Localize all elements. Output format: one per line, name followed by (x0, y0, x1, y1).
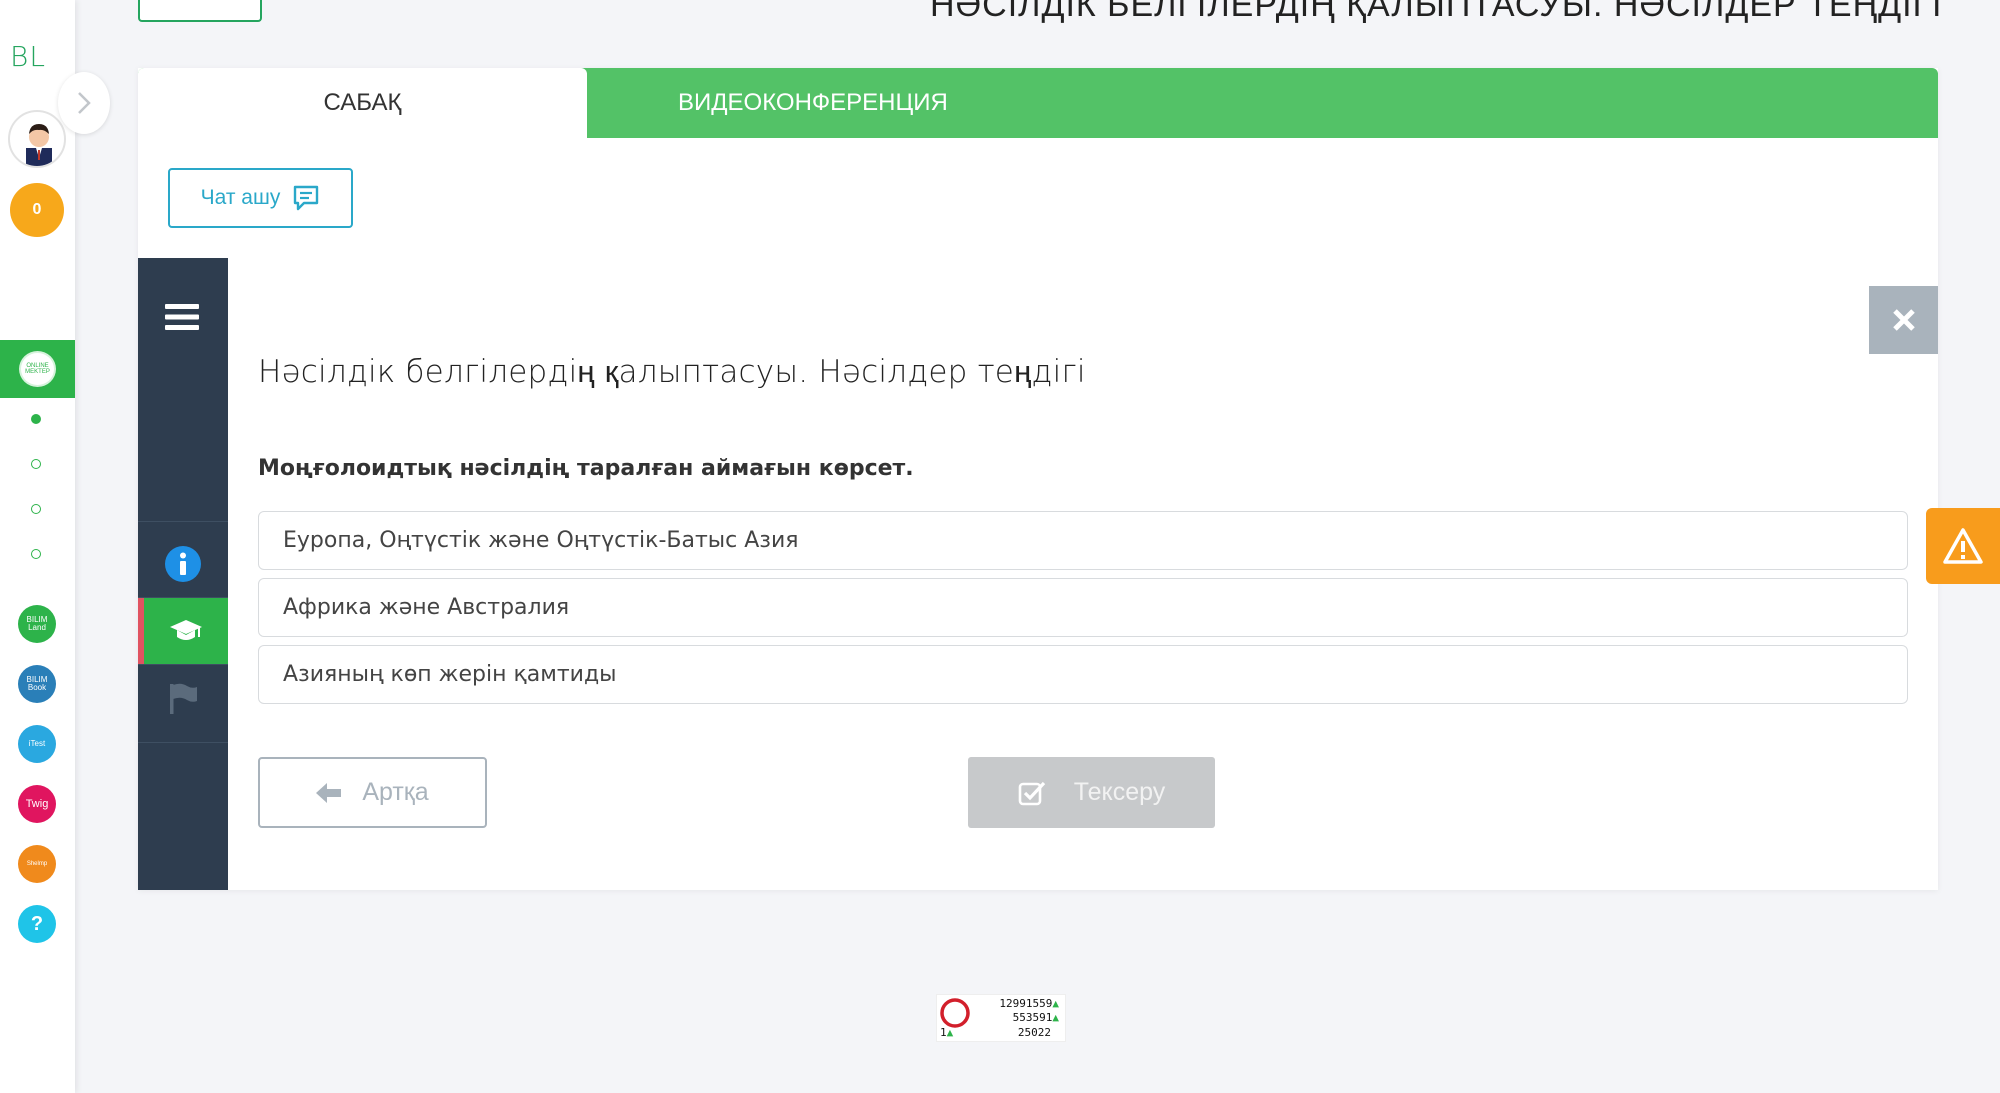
close-icon (1892, 309, 1915, 331)
logo[interactable]: BL (10, 40, 46, 73)
flag-icon (170, 683, 197, 714)
graduation-cap-icon (170, 620, 202, 640)
sidebar-expand-button[interactable] (58, 72, 110, 134)
lesson-nav-item[interactable] (138, 598, 228, 664)
itest-app-icon[interactable]: iTest (18, 725, 56, 763)
counter-month: 553591 (1012, 1011, 1053, 1024)
nav-dot[interactable] (31, 549, 41, 559)
info-icon (165, 546, 201, 582)
check-label: Тексеру (1073, 778, 1166, 806)
report-problem-button[interactable] (1926, 508, 2000, 584)
lesson-side-nav (138, 258, 228, 890)
visit-counter[interactable]: 12991559▲ 553591▲ 25022 1▲ (936, 994, 1066, 1042)
nav-dot[interactable] (31, 414, 41, 424)
tab-lesson[interactable]: САБАҚ (138, 68, 587, 138)
nav-dot[interactable] (31, 504, 41, 514)
online-mektep-nav[interactable]: ONLINE MEKTEP (0, 340, 75, 398)
tab-bar: САБАҚ ВИДЕОКОНФЕРЕНЦИЯ (138, 68, 1938, 138)
chevron-right-icon (78, 92, 91, 114)
nav-dot[interactable] (31, 459, 41, 469)
warning-icon (1943, 528, 1983, 564)
left-rail: BL 0 ONLINE MEKTEP BILIM Land BILIM Book… (0, 0, 75, 1093)
bilimland-app-icon[interactable]: BILIM Land (18, 605, 56, 643)
page-heading: НӘСІЛДІК БЕЛГІЛЕРДІҢ ҚАЛЫПТАСУЫ. НӘСІЛДЕ… (930, 0, 1943, 24)
counter-online: 1 (940, 1026, 947, 1039)
counter-logo-icon (940, 998, 970, 1028)
answer-option[interactable]: Еуропа, Оңтүстік және Оңтүстік-Батыс Ази… (258, 511, 1908, 570)
twig-app-icon[interactable]: Twig (18, 785, 56, 823)
coin-counter: 0 (10, 183, 64, 237)
checkbox-check-icon (1018, 781, 1045, 805)
answer-option[interactable]: Азияның көп жерін қамтиды (258, 645, 1908, 704)
counter-total: 12991559 (999, 997, 1053, 1010)
tab-videoconference[interactable]: ВИДЕОКОНФЕРЕНЦИЯ (678, 68, 948, 138)
arrow-left-icon (316, 782, 342, 803)
back-button[interactable]: Артқа (258, 757, 487, 828)
online-mektep-icon: ONLINE MEKTEP (19, 351, 56, 387)
info-nav-item[interactable] (138, 531, 228, 597)
shelmp-app-icon[interactable]: Shelmp (18, 845, 56, 883)
open-chat-button[interactable]: Чат ашу (168, 168, 353, 228)
bilimbook-app-icon[interactable]: BILIM Book (18, 665, 56, 703)
lesson-card: САБАҚ ВИДЕОКОНФЕРЕНЦИЯ Чат ашу Нәсілдік … (138, 68, 1938, 890)
avatar[interactable] (8, 110, 66, 168)
open-chat-label: Чат ашу (200, 186, 281, 209)
check-button[interactable]: Тексеру (968, 757, 1215, 828)
chat-icon (294, 185, 319, 211)
lesson-title: Нәсілдік белгілердің қалыптасуы. Нәсілде… (258, 354, 1086, 390)
finish-nav-item[interactable] (138, 665, 228, 731)
answer-option[interactable]: Африка және Австралия (258, 578, 1908, 637)
back-label: Артқа (362, 778, 429, 806)
top-back-button[interactable] (138, 0, 262, 22)
question-text: Моңғолоидтық нәсілдің таралған аймағын к… (258, 456, 914, 481)
help-icon[interactable]: ? (18, 905, 56, 943)
counter-today: 25022 (1017, 1026, 1051, 1039)
menu-icon[interactable] (165, 303, 199, 331)
close-button[interactable] (1869, 286, 1938, 354)
